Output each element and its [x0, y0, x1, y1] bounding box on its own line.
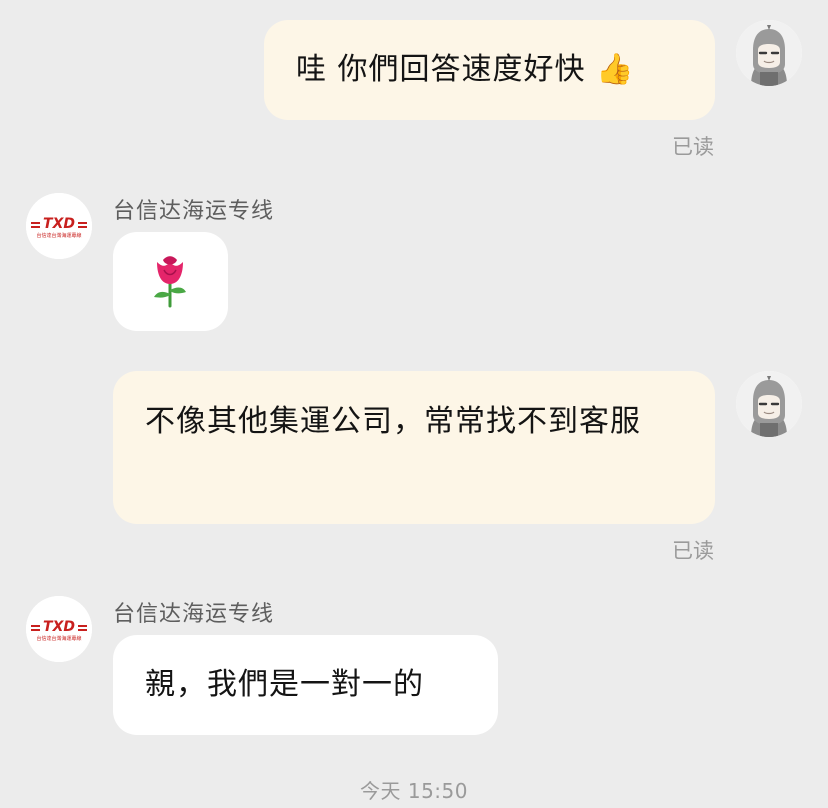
message-text: 不像其他集運公司，常常找不到客服: [145, 404, 641, 439]
user-avatar[interactable]: [736, 371, 802, 437]
read-receipt: 已读: [672, 135, 714, 159]
user-avatar-image: [736, 20, 802, 86]
rose-icon: [154, 256, 186, 308]
outgoing-message-bubble[interactable]: 不像其他集運公司，常常找不到客服: [113, 371, 715, 524]
contact-avatar[interactable]: TXD 台信達台灣海運專線: [26, 193, 92, 259]
incoming-message-bubble[interactable]: 🌹: [113, 232, 228, 331]
logo-subtext: 台信達台灣海運專線: [36, 232, 81, 239]
contact-avatar[interactable]: TXD 台信達台灣海運專線: [26, 596, 92, 662]
read-receipt: 已读: [672, 539, 714, 563]
chat-timestamp: 今天 15:50: [360, 779, 468, 803]
txd-logo-icon: TXD 台信達台灣海運專線: [26, 596, 92, 662]
message-text: 親，我們是一對一的: [145, 667, 424, 702]
txd-logo-icon: TXD 台信達台灣海運專線: [26, 193, 92, 259]
sender-name: 台信达海运专线: [113, 199, 275, 224]
incoming-message-bubble[interactable]: 親，我們是一對一的: [113, 635, 498, 735]
outgoing-message-bubble[interactable]: 哇 你們回答速度好快 👍: [264, 20, 715, 120]
message-text: 哇 你們回答速度好快 👍: [296, 52, 635, 87]
sender-name: 台信达海运专线: [113, 602, 275, 627]
logo-text: TXD: [43, 619, 75, 635]
user-avatar-image: [736, 371, 802, 437]
logo-subtext: 台信達台灣海運專線: [36, 635, 81, 642]
user-avatar[interactable]: [736, 20, 802, 86]
logo-text: TXD: [43, 216, 75, 232]
